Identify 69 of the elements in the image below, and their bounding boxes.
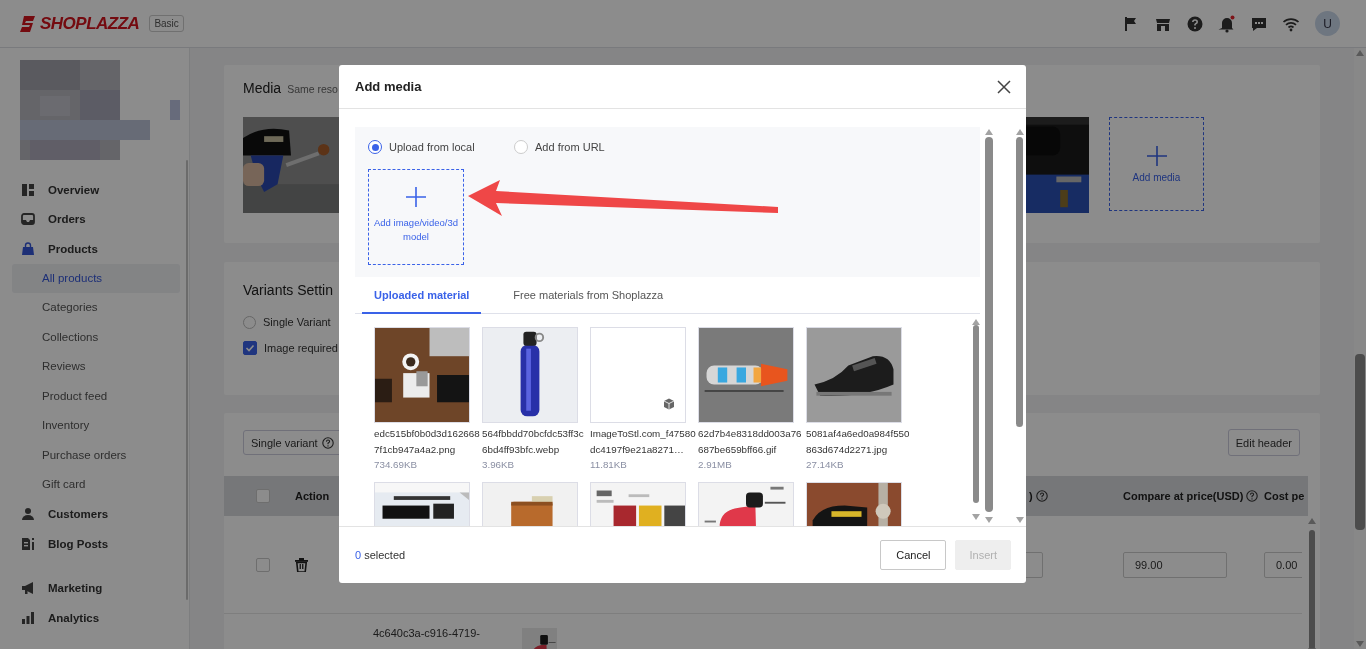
- plus-icon: [1146, 145, 1167, 166]
- inbox-icon: [21, 212, 35, 227]
- cube-icon: [663, 398, 675, 410]
- selected-count: 0: [355, 549, 362, 561]
- add-media-button[interactable]: Add media: [1109, 117, 1204, 211]
- section-title: Variants Settin: [243, 281, 333, 300]
- file-thumbnail[interactable]: [590, 327, 686, 423]
- nav-subitem[interactable]: Product feed: [12, 381, 180, 411]
- checkbox[interactable]: [256, 489, 270, 503]
- column-header: Compare at price(USD): [1123, 490, 1244, 502]
- nav-subitem[interactable]: Collections: [12, 322, 180, 352]
- file-size: 3.96KB: [482, 458, 516, 472]
- radio-option[interactable]: Upload from local: [368, 139, 514, 155]
- radio-button[interactable]: [368, 140, 382, 154]
- help-icon[interactable]: [1035, 490, 1048, 502]
- nav-subitem[interactable]: Gift card: [12, 470, 180, 500]
- plan-badge: Basic: [149, 15, 184, 32]
- bell-icon[interactable]: [1218, 14, 1236, 33]
- nav-subitem[interactable]: All products: [12, 263, 180, 293]
- file-name: ImageToStl.com_f47580dc4197f9e21a8271…: [590, 427, 696, 457]
- trash-icon[interactable]: [295, 557, 308, 572]
- help-icon[interactable]: [321, 436, 334, 449]
- upload-button[interactable]: Add image/video/3d model: [368, 169, 464, 265]
- column-header: Cost pe: [1264, 490, 1305, 502]
- file-size: 27.14KB: [806, 458, 845, 472]
- file-name: 564fbbdd70bcfdc53ff3c6bd4ff93bfc.webp: [482, 427, 585, 457]
- dashboard-icon: [21, 182, 35, 197]
- bag-icon: [21, 241, 35, 256]
- tab[interactable]: Free materials from Shoplazza: [513, 277, 664, 314]
- column-header: ): [1029, 490, 1033, 502]
- close-icon[interactable]: [997, 79, 1011, 94]
- plus-icon: [406, 187, 426, 207]
- nav-item[interactable]: Analytics: [0, 603, 189, 633]
- avatar[interactable]: U: [1315, 11, 1340, 36]
- dialog-title: Add media: [355, 79, 422, 94]
- bar-chart-icon: [21, 610, 35, 625]
- logo-text[interactable]: SHOPLAZZA: [40, 13, 140, 34]
- input-field[interactable]: 99.00: [1123, 551, 1227, 578]
- help-icon[interactable]: [1246, 490, 1259, 502]
- check-icon: [245, 343, 255, 353]
- document-icon: [21, 536, 35, 551]
- file-size: 734.69KB: [374, 458, 419, 472]
- file-size: 2.91MB: [698, 458, 733, 472]
- checkbox[interactable]: [256, 557, 270, 572]
- selected-label: selected: [364, 549, 406, 561]
- checkbox[interactable]: [243, 341, 257, 355]
- section-note: Same reso: [287, 83, 338, 95]
- option-label: Single Variant: [263, 316, 331, 328]
- option-label: Image required: [264, 342, 338, 354]
- radio-option[interactable]: Add from URL: [514, 139, 660, 155]
- nav-subitem[interactable]: Inventory: [12, 411, 180, 441]
- file-name: edc515bf0b0d3d1626687f1cb947a4a2.png: [374, 427, 480, 457]
- person-icon: [21, 507, 35, 522]
- variant-mode-button[interactable]: Single variant: [243, 430, 342, 455]
- nav-subitem[interactable]: Purchase orders: [12, 440, 180, 470]
- file-name: 62d7b4e8318dd003a76687be659bff66.gif: [698, 427, 803, 457]
- section-title: Media: [243, 80, 282, 96]
- nav-subitem[interactable]: Categories: [12, 293, 180, 323]
- edit-header-button[interactable]: Edit header: [1227, 429, 1300, 456]
- cancel-button[interactable]: Cancel: [880, 540, 947, 570]
- help-icon[interactable]: [1186, 14, 1204, 33]
- nav-subitem[interactable]: Reviews: [12, 352, 180, 382]
- file-size: 11.81KB: [590, 458, 628, 472]
- file-name: 5081af4a6ed0a984f550863d674d2271.jpg: [806, 427, 911, 457]
- tab[interactable]: Uploaded material: [362, 277, 482, 314]
- logo-icon: [19, 14, 37, 33]
- megaphone-icon: [21, 581, 35, 596]
- column-header: Action: [295, 490, 330, 502]
- table-cell: 4c640c3a-c916-4719-: [373, 626, 481, 639]
